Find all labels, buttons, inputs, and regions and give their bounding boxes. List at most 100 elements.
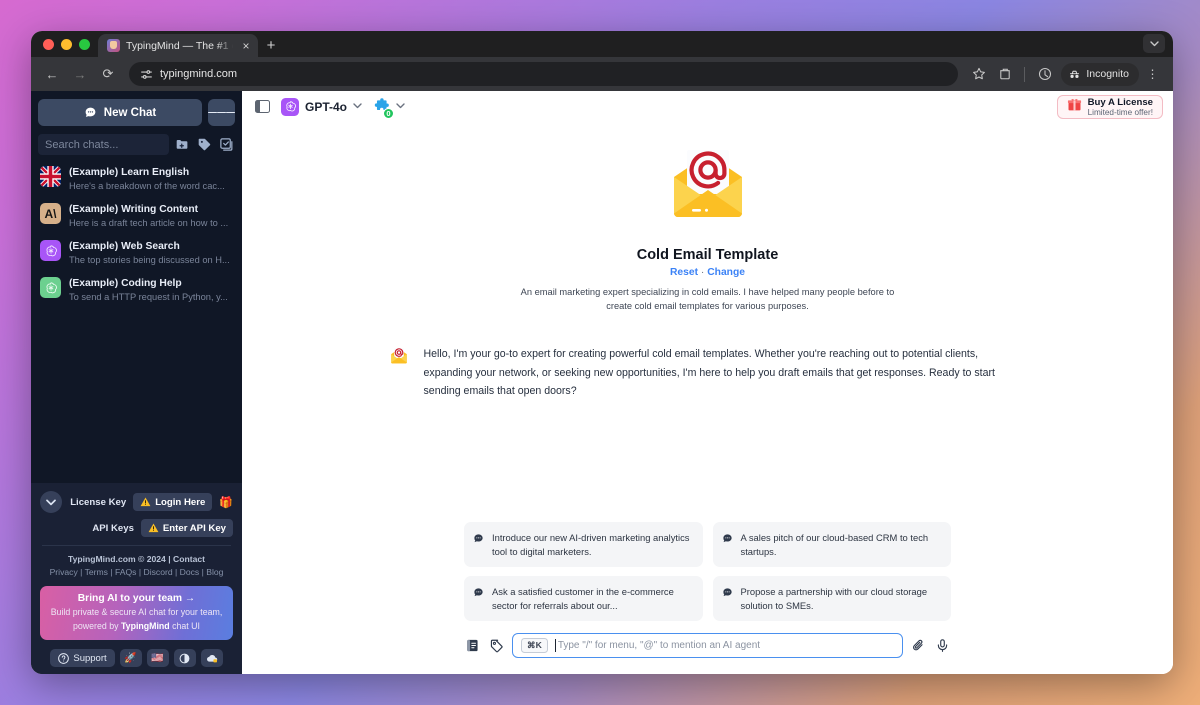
new-tab-button[interactable]: +: [258, 34, 284, 57]
footer-icon-row: Support 🚀 🇺🇸: [40, 649, 233, 667]
warning-icon: [148, 523, 159, 533]
chat-content: Cold Email Template Reset · Change An em…: [242, 122, 1173, 674]
browser-toolbar: ← → ⟳ typingmind.com Incognito ⋮: [31, 57, 1173, 91]
split-tab-icon[interactable]: [992, 62, 1017, 87]
footer-divider: [42, 545, 231, 546]
message-input[interactable]: ⌘K Type "/" for menu, "@" to mention an …: [512, 633, 903, 658]
reset-link[interactable]: Reset: [670, 267, 698, 278]
license-row: License Key Login Here 🎁: [40, 491, 233, 513]
help-icon: [58, 652, 70, 664]
microphone-icon[interactable]: [934, 637, 951, 654]
message-placeholder: Type "/" for menu, "@" to mention an AI …: [557, 640, 761, 651]
chat-title: (Example) Web Search: [69, 241, 180, 252]
prompt-library-icon[interactable]: [464, 637, 481, 654]
language-flag-icon[interactable]: 🇺🇸: [146, 649, 169, 667]
chat-bubble-icon: [722, 588, 732, 597]
chevron-down-icon[interactable]: [353, 102, 362, 111]
incognito-label: Incognito: [1086, 68, 1129, 80]
address-bar-url: typingmind.com: [160, 68, 238, 80]
buy-license-button[interactable]: Buy A License Limited-time offer!: [1056, 95, 1163, 119]
bookmark-star-icon[interactable]: [966, 62, 991, 87]
extension-icon[interactable]: [1032, 62, 1057, 87]
tag-prompt-icon[interactable]: [488, 637, 505, 654]
suggestion-text: Introduce our new AI-driven marketing an…: [492, 532, 690, 557]
search-input[interactable]: Search chats...: [38, 134, 169, 155]
close-tab-icon[interactable]: ×: [239, 39, 253, 53]
new-chat-button[interactable]: New Chat: [38, 99, 202, 126]
promo-line-1: Build private & secure AI chat for your …: [50, 607, 223, 617]
theme-toggle-icon[interactable]: [173, 649, 196, 667]
chat-bubble-icon: [474, 588, 483, 597]
legal-line-2[interactable]: Privacy | Terms | FAQs | Discord | Docs …: [40, 566, 233, 579]
chevron-down-icon[interactable]: [1143, 34, 1165, 53]
back-icon[interactable]: ←: [39, 61, 65, 87]
list-item-text: (Example) Learn English Here's a breakdo…: [69, 166, 234, 193]
gift-icon[interactable]: 🎁: [219, 496, 233, 509]
chat-bubble-icon: [722, 534, 732, 543]
suggestion-card[interactable]: Introduce our new AI-driven marketing an…: [464, 522, 703, 567]
login-here-button[interactable]: Login Here: [133, 493, 213, 511]
suggestion-card[interactable]: Ask a satisfied customer in the e-commer…: [464, 576, 703, 621]
legal-line-1[interactable]: TypingMind.com © 2024 | Contact: [40, 553, 233, 566]
team-promo-banner[interactable]: Bring AI to your team → Build private & …: [40, 586, 233, 640]
suggestion-card[interactable]: A sales pitch of our cloud-based CRM to …: [712, 522, 951, 567]
toggle-sidebar-icon[interactable]: [255, 100, 270, 113]
typingmind-favicon: [107, 39, 120, 52]
search-placeholder: Search chats...: [45, 138, 119, 151]
list-item[interactable]: A\ (Example) Writing Content Here is a d…: [31, 198, 242, 235]
change-link[interactable]: Change: [707, 267, 745, 278]
list-item-text: (Example) Web Search The top stories bei…: [69, 240, 234, 267]
promo-post: chat UI: [169, 621, 200, 631]
sidebar: New Chat Search chats... (Example) Learn…: [31, 91, 242, 674]
list-item[interactable]: (Example) Coding Help To send a HTTP req…: [31, 272, 242, 309]
promo-line-2: powered by TypingMind chat UI: [46, 620, 227, 632]
plugin-selector[interactable]: 0: [373, 97, 405, 119]
enter-api-key-label: Enter API Key: [162, 522, 226, 534]
incognito-indicator[interactable]: Incognito: [1061, 62, 1139, 86]
sidebar-search-row: Search chats...: [38, 134, 235, 155]
new-folder-icon[interactable]: [174, 136, 191, 153]
main-panel: GPT-4o 0 Buy A License Limited-time offe…: [242, 91, 1173, 674]
composer-inner: ⌘K Type "/" for menu, "@" to mention an …: [464, 633, 951, 658]
attachment-icon[interactable]: [910, 637, 927, 654]
sidebar-menu-icon[interactable]: [208, 99, 235, 126]
collapse-footer-icon[interactable]: [40, 491, 62, 513]
enter-api-key-button[interactable]: Enter API Key: [140, 519, 233, 537]
suggestion-card[interactable]: Propose a partnership with our cloud sto…: [712, 576, 951, 621]
api-keys-row: API Keys Enter API Key: [40, 519, 233, 537]
list-item[interactable]: (Example) Learn English Here's a breakdo…: [31, 161, 242, 198]
main-header: GPT-4o 0 Buy A License Limited-time offe…: [242, 91, 1173, 122]
list-item[interactable]: (Example) Web Search The top stories bei…: [31, 235, 242, 272]
brand-name: TypingMind.com © 2024 | Contact: [67, 554, 206, 564]
openai-purple-icon: [40, 240, 61, 261]
suggestion-grid: Introduce our new AI-driven marketing an…: [464, 522, 951, 621]
tag-icon[interactable]: [196, 136, 213, 153]
assistant-message-text: Hello, I'm your go-to expert for creatin…: [423, 348, 995, 397]
support-button[interactable]: Support: [50, 649, 115, 667]
reload-icon[interactable]: ⟳: [95, 61, 121, 87]
select-all-icon[interactable]: [218, 136, 235, 153]
forward-icon[interactable]: →: [67, 61, 93, 87]
maximize-window-button[interactable]: [79, 38, 90, 50]
address-bar[interactable]: typingmind.com: [129, 62, 959, 86]
suggestion-text: A sales pitch of our cloud-based CRM to …: [740, 532, 929, 557]
toolbar-actions: Incognito ⋮: [966, 62, 1165, 87]
assistant-message: Hello, I'm your go-to expert for creatin…: [388, 345, 1028, 401]
window-traffic-lights: [41, 31, 98, 57]
sidebar-top: New Chat Search chats...: [31, 91, 242, 155]
browser-tab[interactable]: TypingMind — The #1 chat fro ×: [98, 34, 258, 57]
promo-pre: powered by: [73, 621, 121, 631]
browser-tab-title: TypingMind — The #1 chat fro: [126, 39, 233, 52]
text-caret: [554, 639, 556, 652]
model-selector[interactable]: GPT-4o: [281, 97, 362, 116]
whats-new-icon[interactable]: 🚀: [119, 649, 142, 667]
sidebar-actions-row: New Chat: [38, 99, 235, 126]
chevron-down-icon[interactable]: [396, 102, 405, 111]
chat-preview: Here's a breakdown of the word cac...: [69, 181, 225, 191]
sidebar-footer: License Key Login Here 🎁 API Keys Enter …: [31, 483, 242, 674]
minimize-window-button[interactable]: [61, 38, 72, 50]
cloud-sync-icon[interactable]: [200, 649, 223, 667]
browser-menu-icon[interactable]: ⋮: [1140, 62, 1165, 87]
close-window-button[interactable]: [43, 38, 54, 50]
license-key-label: License Key: [70, 496, 127, 508]
